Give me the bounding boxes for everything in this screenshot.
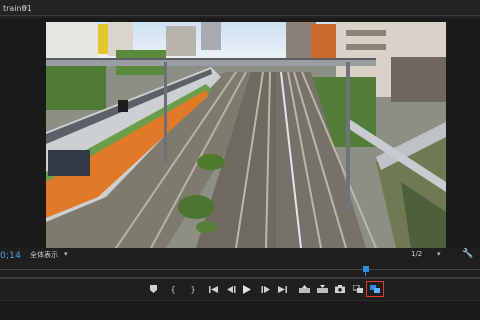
go-to-out-icon[interactable] xyxy=(275,283,289,295)
wrench-icon[interactable]: 🔧 xyxy=(462,249,473,259)
play-icon[interactable] xyxy=(240,283,254,295)
video-frame xyxy=(46,22,446,248)
playback-resolution-dropdown[interactable]: 1/2 xyxy=(411,250,422,258)
ruler-line xyxy=(0,269,480,270)
mark-in-icon[interactable]: { xyxy=(166,283,180,295)
time-ruler[interactable] xyxy=(0,266,480,276)
insert-icon[interactable] xyxy=(297,283,311,295)
step-forward-icon[interactable] xyxy=(258,283,272,295)
mark-out-icon[interactable]: } xyxy=(186,283,200,295)
chevron-down-icon[interactable]: ▾ xyxy=(64,250,68,258)
step-back-icon[interactable] xyxy=(224,283,238,295)
zoom-scrollbar[interactable] xyxy=(0,277,480,279)
hamburger-icon[interactable]: ≡ xyxy=(21,3,28,12)
divider xyxy=(0,15,480,16)
go-to-in-icon[interactable] xyxy=(206,283,220,295)
export-frame-icon[interactable] xyxy=(333,283,347,295)
chevron-down-icon[interactable]: ▾ xyxy=(437,250,441,258)
panel-footer xyxy=(0,301,480,320)
playhead[interactable] xyxy=(363,266,369,272)
comparison-view-icon[interactable] xyxy=(351,283,365,295)
add-marker-icon[interactable] xyxy=(146,283,160,295)
overwrite-icon[interactable] xyxy=(315,283,329,295)
playhead-timecode[interactable]: 0;14 xyxy=(0,251,21,261)
proxy-toggle-icon[interactable] xyxy=(366,281,384,297)
playhead-line xyxy=(365,272,366,276)
zoom-level-dropdown[interactable]: 全体表示 xyxy=(30,250,58,260)
panel-header: train01 ≡ xyxy=(0,0,480,18)
